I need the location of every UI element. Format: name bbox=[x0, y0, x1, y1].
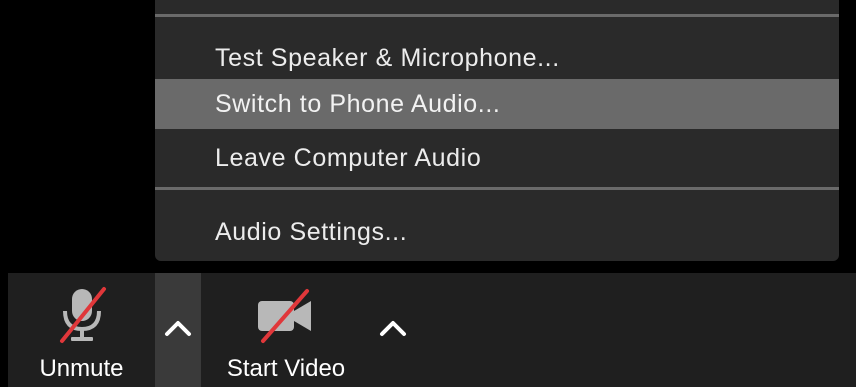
menu-item-switch-to-phone-audio[interactable]: Switch to Phone Audio... bbox=[155, 79, 839, 129]
menu-item-test-speaker-microphone[interactable]: Test Speaker & Microphone... bbox=[155, 33, 839, 83]
menu-item-audio-settings[interactable]: Audio Settings... bbox=[155, 207, 839, 257]
menu-item-leave-computer-audio[interactable]: Leave Computer Audio bbox=[155, 133, 839, 183]
chevron-up-icon bbox=[163, 318, 193, 343]
video-options-button[interactable] bbox=[370, 273, 416, 387]
meeting-toolbar: Unmute Start Video bbox=[8, 273, 856, 387]
menu-divider-top bbox=[155, 14, 839, 17]
menu-top-edge bbox=[155, 0, 839, 14]
start-video-button[interactable]: Start Video bbox=[208, 273, 364, 387]
audio-options-menu: Test Speaker & Microphone... Switch to P… bbox=[155, 0, 839, 261]
video-off-icon bbox=[255, 285, 317, 350]
start-video-label: Start Video bbox=[226, 355, 346, 382]
muted-microphone-icon bbox=[52, 285, 112, 350]
menu-divider-bottom bbox=[155, 187, 839, 190]
unmute-button[interactable]: Unmute bbox=[8, 273, 155, 387]
chevron-up-icon bbox=[378, 318, 408, 343]
audio-options-button[interactable] bbox=[155, 273, 201, 387]
zoom-meeting-window: Test Speaker & Microphone... Switch to P… bbox=[0, 0, 856, 387]
unmute-label: Unmute bbox=[39, 355, 124, 382]
